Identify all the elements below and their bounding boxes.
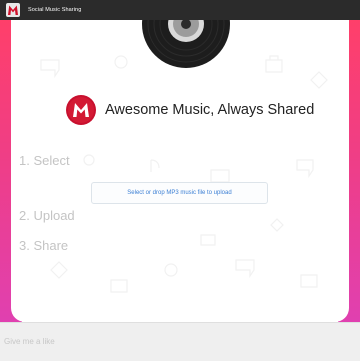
window-title: Social Music Sharing [28, 7, 82, 13]
footer-bar [0, 322, 360, 361]
step-upload: 2. Upload [19, 208, 75, 223]
brand-header: Awesome Music, Always Shared [66, 93, 326, 127]
brand-tagline: Awesome Music, Always Shared [105, 102, 315, 118]
app-logo-icon [6, 3, 20, 17]
step-select: 1. Select [19, 153, 70, 168]
vinyl-record-icon [142, 20, 230, 68]
content-card: Awesome Music, Always Shared 1. Select S… [11, 20, 349, 322]
like-comment-input[interactable] [2, 331, 336, 351]
step-share: 3. Share [19, 238, 69, 253]
title-bar: Social Music Sharing [0, 0, 360, 20]
brand-logo-icon [66, 95, 96, 125]
upload-dropzone-button[interactable]: Select or drop MP3 music file to upload [91, 182, 268, 204]
main-stage: Awesome Music, Always Shared 1. Select S… [0, 20, 360, 322]
